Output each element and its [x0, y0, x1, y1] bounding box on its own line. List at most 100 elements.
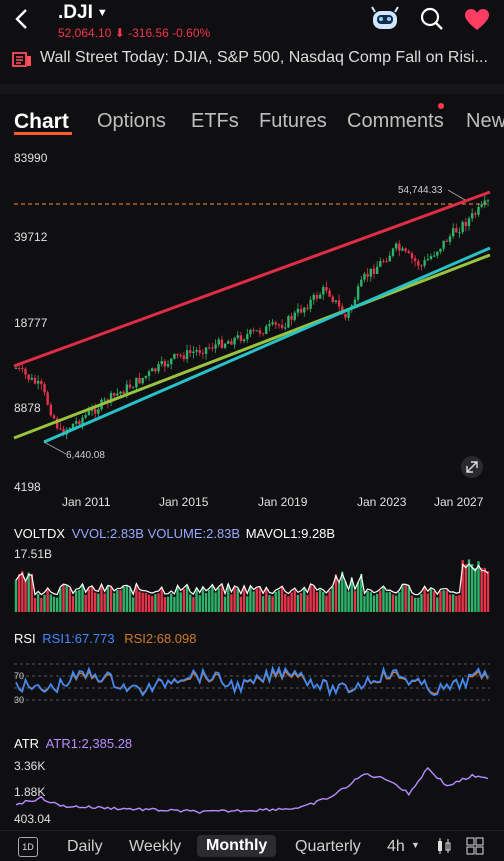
- volume-bar: [423, 587, 426, 612]
- volume-volume: VOLUME:2.83B: [147, 526, 241, 541]
- atr-header[interactable]: ATR ATR1:2,385.28: [14, 736, 132, 751]
- tab-news[interactable]: News: [466, 110, 504, 133]
- candle-body: [21, 367, 24, 369]
- trendline-lower-cyan[interactable]: [43, 246, 491, 444]
- volume-bar: [451, 594, 455, 612]
- atr-line: [15, 766, 489, 814]
- candle-body: [17, 367, 21, 369]
- volume-bar: [87, 588, 91, 612]
- candle-body: [157, 364, 160, 372]
- news-banner[interactable]: Wall Street Today: DJIA, S&P 500, Nasdaq…: [0, 44, 504, 74]
- period-1d-button[interactable]: 1D: [18, 837, 38, 857]
- rsi-header[interactable]: RSI RSI1:67.773 RSI2:68.098: [14, 631, 196, 646]
- active-tab-indicator: [14, 132, 72, 135]
- volume-header[interactable]: VOLTDX VVOL:2.83B VOLUME:2.83B MAVOL1:9.…: [14, 526, 335, 541]
- y-axis-label: 83990: [14, 151, 48, 165]
- timeframe-bar: 1D Daily Weekly Monthly Quarterly 4h ▼: [0, 830, 504, 861]
- volume-bar: [442, 590, 445, 612]
- volume-bar: [173, 596, 176, 612]
- volume-bar: [293, 589, 296, 612]
- volume-bar: [391, 594, 395, 612]
- timeframe-daily[interactable]: Daily: [67, 838, 103, 856]
- volume-bar: [413, 597, 417, 612]
- back-button[interactable]: [8, 4, 38, 34]
- robot-assistant-icon[interactable]: [370, 6, 400, 37]
- fullscreen-button[interactable]: [461, 456, 483, 478]
- volume-bar: [265, 588, 268, 612]
- candle-body: [84, 415, 87, 418]
- candle-body: [477, 206, 480, 215]
- candle-body: [363, 273, 366, 280]
- volume-bar: [211, 585, 214, 612]
- candle-body: [455, 228, 458, 233]
- timeframe-monthly[interactable]: Monthly: [197, 835, 277, 857]
- trendline-lower-green[interactable]: [13, 253, 491, 440]
- volume-bar: [486, 571, 490, 612]
- tab-bar: Chart Options ETFs Futures Comments News: [0, 104, 504, 140]
- volume-bar: [445, 590, 449, 612]
- candle-body: [451, 228, 455, 237]
- search-icon[interactable]: [420, 7, 444, 36]
- candle-body: [36, 381, 40, 384]
- atr-chart[interactable]: 3.36K 1.88K 403.04: [0, 756, 504, 826]
- main-price-chart[interactable]: 54,744.33 6,440.08 83990 39712 18777 887…: [0, 148, 504, 518]
- timeframe-quarterly[interactable]: Quarterly: [295, 838, 361, 856]
- tab-chart[interactable]: Chart: [14, 110, 69, 134]
- candle-body: [429, 256, 433, 260]
- rsi1-line: [15, 665, 489, 698]
- volume-bar: [166, 596, 170, 612]
- volume-bar: [176, 586, 179, 612]
- atr-name: ATR: [14, 736, 40, 751]
- candle-body: [318, 294, 322, 299]
- timeframe-4h[interactable]: 4h: [387, 838, 405, 856]
- candle-series: [14, 194, 490, 440]
- tab-comments[interactable]: Comments: [347, 110, 444, 133]
- symbol-selector[interactable]: .DJI ▼: [58, 2, 108, 24]
- volume-bar: [14, 579, 18, 612]
- candle-body: [401, 248, 404, 251]
- candle-body: [404, 248, 407, 252]
- candle-body: [24, 368, 27, 375]
- favorite-heart-icon[interactable]: [464, 8, 490, 37]
- volume-bar: [24, 581, 27, 612]
- candle-body: [185, 350, 189, 360]
- tab-futures[interactable]: Futures: [259, 110, 327, 133]
- timeframe-weekly[interactable]: Weekly: [129, 838, 181, 856]
- volume-bar: [394, 595, 398, 612]
- candle-body: [486, 200, 490, 202]
- volume-bar: [287, 596, 290, 612]
- volume-bar: [147, 594, 151, 612]
- candle-body: [122, 391, 125, 394]
- candle-body: [103, 399, 106, 401]
- tab-options[interactable]: Options: [97, 110, 166, 133]
- grid-layout-icon[interactable]: [466, 837, 484, 855]
- candle-body: [255, 330, 258, 332]
- comments-notification-dot: [438, 103, 444, 109]
- volume-bar: [93, 592, 97, 612]
- candle-body: [366, 273, 369, 277]
- candlestick-type-icon[interactable]: [436, 837, 452, 855]
- candle-body: [296, 308, 300, 313]
- candle-body: [170, 358, 173, 365]
- volume-bar: [477, 561, 480, 612]
- volume-bar: [65, 585, 68, 612]
- chevron-left-icon: [15, 9, 27, 29]
- volume-bar: [309, 584, 312, 612]
- news-headline: Wall Street Today: DJIA, S&P 500, Nasdaq…: [40, 49, 488, 66]
- tab-etfs[interactable]: ETFs: [191, 110, 239, 133]
- candle-body: [113, 393, 116, 396]
- x-axis-label: Jan 2011: [62, 495, 111, 509]
- candle-body: [442, 240, 445, 249]
- candle-body: [179, 355, 182, 357]
- candle-body: [119, 391, 122, 394]
- rsi-chart[interactable]: 70 30: [0, 652, 504, 720]
- volume-bar: [144, 592, 148, 612]
- volume-bar: [217, 587, 220, 612]
- candle-body: [189, 350, 192, 353]
- atr1-value: ATR1:2,385.28: [45, 736, 133, 751]
- volume-chart[interactable]: 17.51B: [0, 546, 504, 614]
- volume-bar: [43, 594, 46, 612]
- candle-body: [280, 324, 284, 328]
- volume-bar: [141, 592, 144, 612]
- volume-bar: [474, 567, 477, 612]
